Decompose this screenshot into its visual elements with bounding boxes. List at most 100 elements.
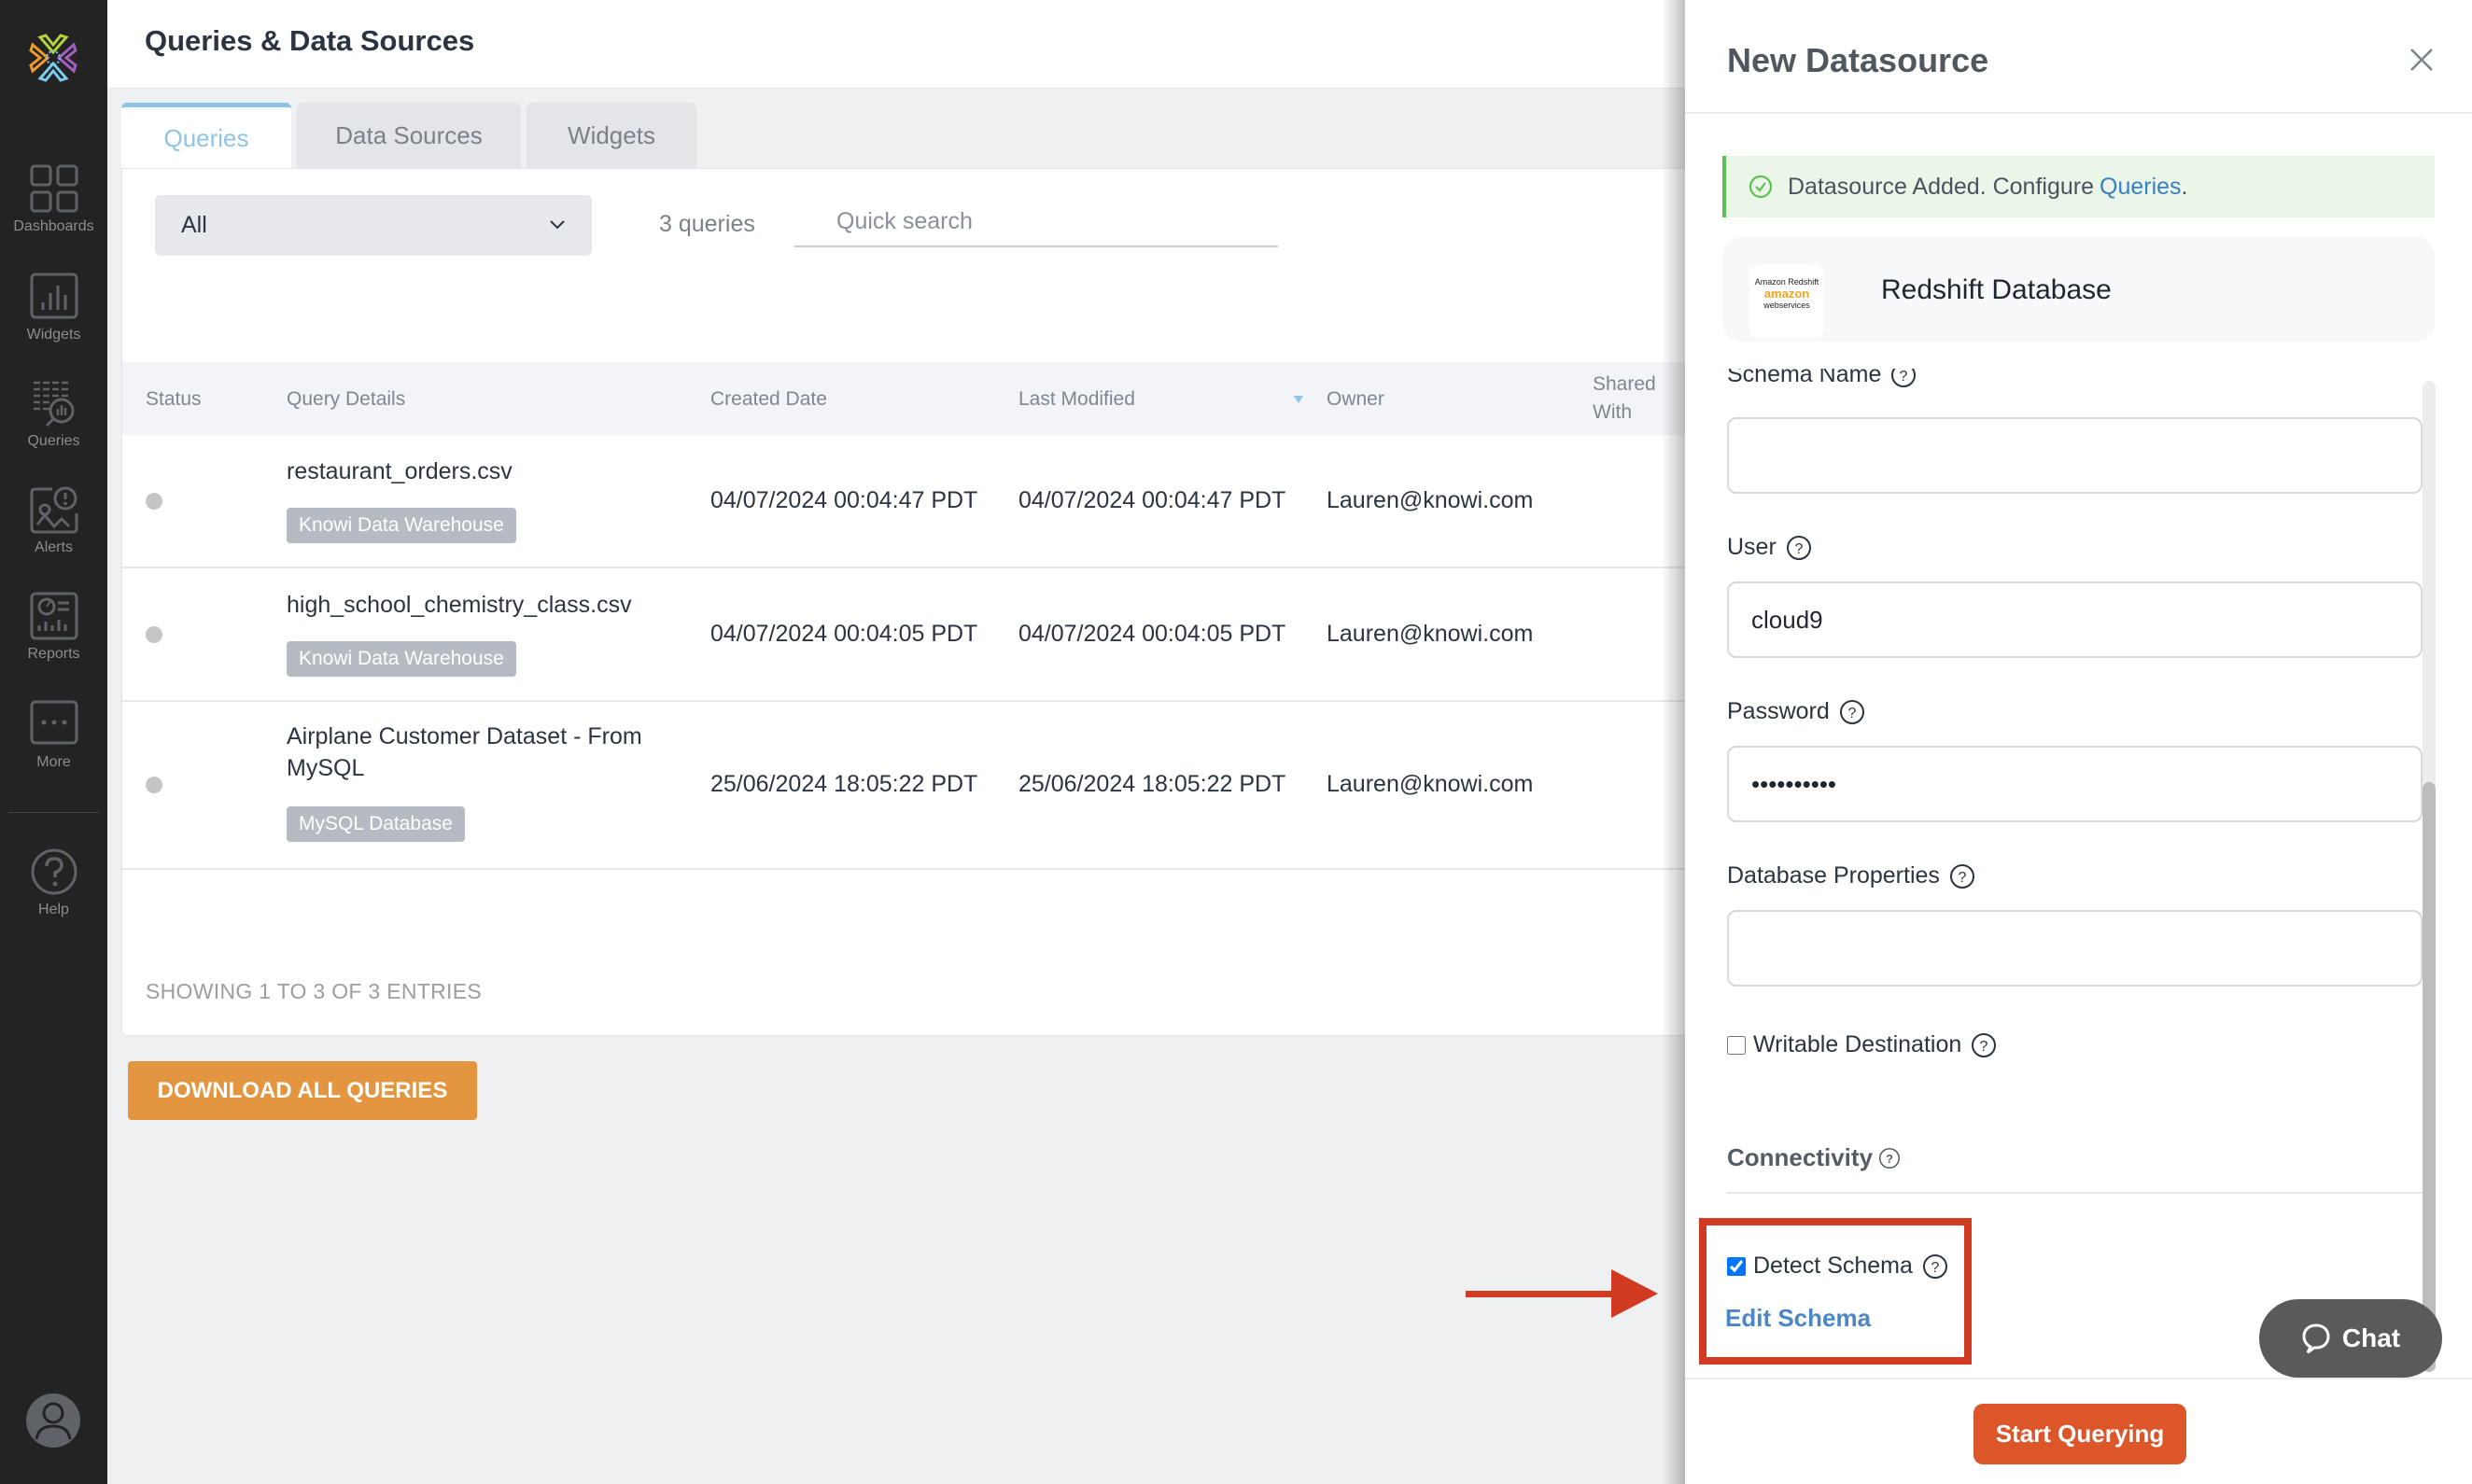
logo-aws-text: amazon (1763, 287, 1810, 301)
annotation-arrow-head-icon (1611, 1269, 1658, 1318)
help-icon[interactable]: ? (1890, 369, 1917, 388)
user-label-text: User (1727, 534, 1777, 560)
user-label: User ? (1727, 534, 1812, 561)
help-icon[interactable]: ? (1786, 535, 1812, 561)
sidebar-item-label: Alerts (35, 539, 73, 555)
tab-widgets[interactable]: Widgets (527, 103, 696, 168)
svg-text:?: ? (1794, 541, 1803, 557)
sidebar-item-more[interactable]: More (0, 700, 107, 771)
chevron-down-icon (550, 220, 565, 230)
sidebar-item-alerts[interactable]: Alerts (0, 485, 107, 556)
column-header-with[interactable]: With (1593, 401, 1632, 424)
help-icon[interactable]: ? (1971, 1032, 1997, 1058)
configure-queries-link[interactable]: Queries (2100, 174, 2182, 201)
status-dot (146, 777, 162, 793)
chat-button[interactable]: Chat (2259, 1299, 2442, 1378)
svg-text:?: ? (1980, 1039, 1988, 1055)
sidebar-item-label: Help (38, 902, 69, 917)
page-header: Queries & Data Sources (107, 0, 1685, 89)
column-header-created-date[interactable]: Created Date (710, 388, 827, 411)
created-date: 04/07/2024 00:04:05 PDT (710, 621, 978, 647)
start-querying-button[interactable]: Start Querying (1973, 1404, 2186, 1464)
schema-name-input[interactable] (1727, 417, 2423, 494)
panel-shadow (1662, 0, 1688, 1484)
alerts-icon (30, 486, 77, 534)
quick-search-input[interactable] (794, 197, 1278, 247)
writable-destination-label: Writable Destination (1753, 1031, 1962, 1057)
sort-desc-icon[interactable] (1294, 396, 1303, 403)
svg-text:?: ? (1900, 369, 1908, 385)
chat-bubble-icon (2302, 1323, 2330, 1354)
sidebar-item-widgets[interactable]: Widgets (0, 273, 107, 343)
query-name[interactable]: Airplane Customer Dataset - From MySQL (287, 721, 697, 784)
column-header-query-details[interactable]: Query Details (287, 388, 405, 411)
annotation-arrow-line (1466, 1291, 1615, 1297)
filter-select[interactable]: All (155, 195, 592, 256)
sidebar-item-dashboards[interactable]: Dashboards (0, 164, 107, 235)
sidebar-item-reports[interactable]: Reports (0, 592, 107, 663)
filter-select-value: All (181, 212, 207, 238)
column-header-last-modified[interactable]: Last Modified (1018, 388, 1135, 411)
queries-card: All 3 queries Status Query Details Creat… (121, 168, 1700, 1036)
sidebar-item-label: More (36, 754, 71, 770)
datasource-name: Redshift Database (1881, 274, 2112, 305)
table-row[interactable]: high_school_chemistry_class.csv Knowi Da… (122, 568, 1700, 702)
reports-icon (30, 592, 77, 640)
panel-header: New Datasource (1685, 0, 2472, 114)
connectivity-divider (1727, 1192, 2423, 1194)
schema-name-label: Schema Name ? (1727, 369, 1917, 388)
logo-text: Amazon Redshift (1754, 277, 1819, 287)
sidebar-divider (8, 812, 99, 813)
svg-text:?: ? (1847, 706, 1856, 721)
table-row[interactable]: Airplane Customer Dataset - From MySQL M… (122, 702, 1700, 870)
logo-subtext: webservices (1763, 301, 1810, 310)
tab-data-sources[interactable]: Data Sources (297, 103, 521, 168)
created-date: 04/07/2024 00:04:47 PDT (710, 487, 978, 513)
close-icon[interactable] (2409, 47, 2435, 73)
tab-queries[interactable]: Queries (121, 103, 291, 170)
database-properties-label: Database Properties ? (1727, 862, 1975, 889)
writable-destination-row: Writable Destination ? (1727, 1031, 1997, 1058)
user-input[interactable] (1727, 581, 2423, 658)
password-input[interactable] (1727, 746, 2423, 822)
column-header-owner[interactable]: Owner (1327, 388, 1384, 411)
datasource-card: Amazon Redshift amazon webservices Redsh… (1722, 237, 2435, 342)
page-title: Queries & Data Sources (145, 24, 475, 57)
knowi-logo-icon[interactable] (25, 30, 81, 86)
writable-destination-checkbox[interactable] (1727, 1035, 1746, 1055)
connectivity-section: Connectivity ? (1727, 1143, 1901, 1172)
download-all-queries-button[interactable]: DOWNLOAD ALL QUERIES (128, 1061, 477, 1120)
schema-name-label-text: Schema Name (1727, 369, 1882, 387)
sidebar-item-label: Dashboards (13, 218, 94, 234)
panel-title: New Datasource (1727, 41, 1989, 79)
column-header-status[interactable]: Status (146, 388, 202, 411)
help-icon[interactable]: ? (1949, 863, 1975, 889)
sidebar-item-help[interactable]: Help (0, 847, 107, 918)
owner: Lauren@knowi.com (1327, 487, 1534, 513)
owner: Lauren@knowi.com (1327, 771, 1534, 797)
sidebar-item-queries[interactable]: Queries (0, 379, 107, 450)
table-header: Status Query Details Created Date Last M… (122, 362, 1700, 435)
password-label-text: Password (1727, 698, 1830, 724)
user-avatar-icon[interactable] (25, 1393, 81, 1449)
success-alert: Datasource Added. Configure Queries . (1722, 156, 2435, 217)
alert-suffix: . (2181, 173, 2188, 200)
panel-scrollbar-thumb[interactable] (2423, 782, 2436, 1372)
dashboards-icon (30, 164, 77, 213)
source-badge: MySQL Database (287, 806, 465, 842)
column-header-shared[interactable]: Shared (1593, 373, 1656, 396)
alert-text: Datasource Added. Configure (1788, 173, 2094, 200)
table-row[interactable]: restaurant_orders.csv Knowi Data Warehou… (122, 435, 1700, 568)
queries-icon (33, 381, 74, 427)
query-name[interactable]: restaurant_orders.csv (287, 455, 697, 487)
help-icon[interactable]: ? (1839, 699, 1865, 725)
status-dot (146, 626, 162, 643)
connectivity-label: Connectivity (1727, 1143, 1874, 1171)
help-icon[interactable]: ? (1878, 1147, 1901, 1169)
widgets-icon (30, 273, 77, 319)
sidebar-item-label: Widgets (26, 327, 81, 343)
database-properties-input[interactable] (1727, 910, 2423, 987)
query-count: 3 queries (659, 211, 755, 237)
query-name[interactable]: high_school_chemistry_class.csv (287, 589, 697, 621)
last-modified: 04/07/2024 00:04:05 PDT (1018, 621, 1286, 647)
